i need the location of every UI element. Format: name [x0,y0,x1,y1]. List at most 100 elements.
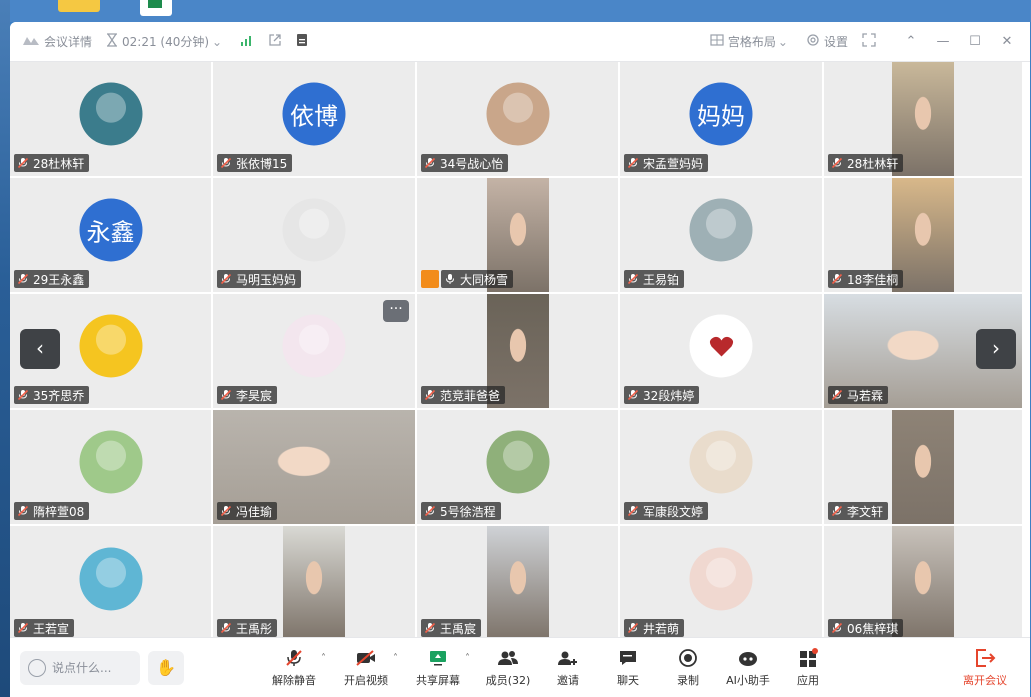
participant-name-tag: 32段炜婷 [624,386,700,404]
participant-tile[interactable]: 范竞菲爸爸 [417,294,618,408]
chevron-up-icon: ⌃ [905,34,917,49]
timer[interactable]: 02:21 (40分钟) ⌄ [106,33,226,50]
participant-tile[interactable]: 井若萌 [620,526,822,641]
raise-hand-button[interactable]: ✋ [148,650,184,685]
participant-tile[interactable]: 依博 张依博15 [213,62,415,176]
folder-icon[interactable] [58,0,100,12]
invite-button[interactable]: 邀请 [538,647,598,688]
participant-name-tag: 5号徐浩程 [421,502,501,520]
participant-tile[interactable]: 王若宣 [10,526,211,641]
notes-button[interactable] [296,33,308,50]
mic-off-icon [286,650,302,666]
participant-tile[interactable]: 李文轩 [824,410,1022,524]
video-feed [486,526,549,641]
participant-tile[interactable]: 隋梓萱08 [10,410,211,524]
ai-assistant-button[interactable]: AI小助手 [718,647,778,688]
participant-tile[interactable]: 34号战心怡 [417,62,618,176]
participant-tile[interactable]: 冯佳瑜 [213,410,415,524]
share-screen-button[interactable]: 共享屏幕 ˄ [408,647,470,688]
participant-name-tag: 18李佳桐 [828,270,904,288]
layout-label: 宫格布局 [727,35,776,49]
participant-name: 冯佳瑜 [236,504,273,519]
gear-icon [806,33,820,50]
participant-tile[interactable]: 王禹彤 [213,526,415,641]
close-button[interactable]: ✕ [996,34,1018,49]
unmute-button[interactable]: 解除静音 ˄ [264,647,326,688]
fullscreen-button[interactable] [862,33,876,50]
participant-tile[interactable]: 永鑫 29王永鑫 [10,178,211,292]
participant-tile[interactable]: 18李佳桐 [824,178,1022,292]
meeting-details-button[interactable]: 会议详情 [22,33,92,50]
chat-label: 聊天 [617,674,639,687]
share-link-button[interactable] [268,33,282,50]
collapse-button[interactable]: ⌃ [900,34,922,49]
start-video-button[interactable]: 开启视频 ˄ [336,647,398,688]
chat-button[interactable]: 聊天 [598,647,658,688]
settings-label: 设置 [823,35,848,49]
minimize-icon: — [936,34,950,49]
mic-off-icon [17,157,29,169]
next-page-button[interactable]: › [976,329,1016,369]
spreadsheet-icon[interactable] [140,0,172,16]
participant-name-tag: 军康段文婷 [624,502,709,520]
unmute-label: 解除静音 [272,674,316,687]
members-button[interactable]: 成员(32) [478,647,538,688]
settings-button[interactable]: 设置 [806,33,848,50]
video-feed [283,526,345,641]
participant-name-tag: 29王永鑫 [14,270,90,288]
mic-off-icon [627,389,639,401]
apps-button[interactable]: 应用 [778,647,838,688]
chat-input[interactable]: 说点什么... [20,650,140,685]
apps-label: 应用 [797,674,819,687]
mic-off-icon [220,505,232,517]
mic-icon [444,273,456,285]
add-user-icon [558,651,577,665]
record-label: 录制 [677,674,699,687]
participant-tile[interactable]: 妈妈 宋孟萱妈妈 [620,62,822,176]
avatar [282,198,346,262]
participant-tile[interactable]: 军康段文婷 [620,410,822,524]
video-grid: 28杜林轩 依博 张依博15 34号战心怡 妈妈 宋孟萱妈妈 28杜林轩 永鑫 29王永鑫 马明玉… [10,62,1030,641]
participant-tile[interactable]: 06焦梓琪 [824,526,1022,641]
mic-off-icon [424,389,436,401]
hand-icon: ✋ [156,658,176,677]
layout-button[interactable]: 宫格布局 ⌄ [710,33,792,50]
chevron-up-icon[interactable]: ˄ [321,653,326,664]
participant-name: 王禹宸 [440,621,477,636]
avatar: 依博 [282,82,346,146]
participant-name: 29王永鑫 [33,272,85,287]
emoji-icon[interactable] [28,658,46,677]
participant-tile[interactable]: 32段炜婷 [620,294,822,408]
signal-indicator[interactable] [240,34,254,49]
minimize-button[interactable]: — [932,34,954,49]
avatar [689,546,753,610]
participant-tile[interactable]: 大同杨雪 [417,178,618,292]
participant-tile[interactable]: 王易铂 [620,178,822,292]
participant-name: 18李佳桐 [847,272,899,287]
participant-name-tag: 34号战心怡 [421,154,509,172]
desktop-top-strip [0,0,1031,22]
document-icon [296,33,308,50]
participant-tile[interactable]: 5号徐浩程 [417,410,618,524]
chevron-up-icon[interactable]: ˄ [465,653,470,664]
participant-name: 李文轩 [847,504,884,519]
participant-name-tag: 冯佳瑜 [217,502,278,520]
participant-tile[interactable]: 28杜林轩 [10,62,211,176]
participant-name-tag: 王禹宸 [421,619,482,637]
participant-tile[interactable]: 28杜林轩 [824,62,1022,176]
participant-tile[interactable]: 李昊宸 ··· [213,294,415,408]
leave-meeting-button[interactable]: 离开会议 [950,647,1020,688]
meeting-window: 会议详情 02:21 (40分钟) ⌄ 宫格布局 ⌄ 设置 ⌃ — ☐ ✕ 28… [10,22,1030,697]
participant-name-tag: 大同杨雪 [441,270,514,288]
participant-tile[interactable]: 马明玉妈妈 [213,178,415,292]
timer-label: 02:21 (40分钟) [122,35,210,49]
participant-tile[interactable]: 王禹宸 [417,526,618,641]
prev-page-button[interactable]: ‹ [20,329,60,369]
maximize-icon: ☐ [969,34,981,49]
record-button[interactable]: 录制 [658,647,718,688]
maximize-button[interactable]: ☐ [964,34,986,49]
exit-icon [976,649,996,667]
more-options-button[interactable]: ··· [383,300,409,322]
mic-off-icon [831,157,843,169]
chevron-up-icon[interactable]: ˄ [393,653,398,664]
